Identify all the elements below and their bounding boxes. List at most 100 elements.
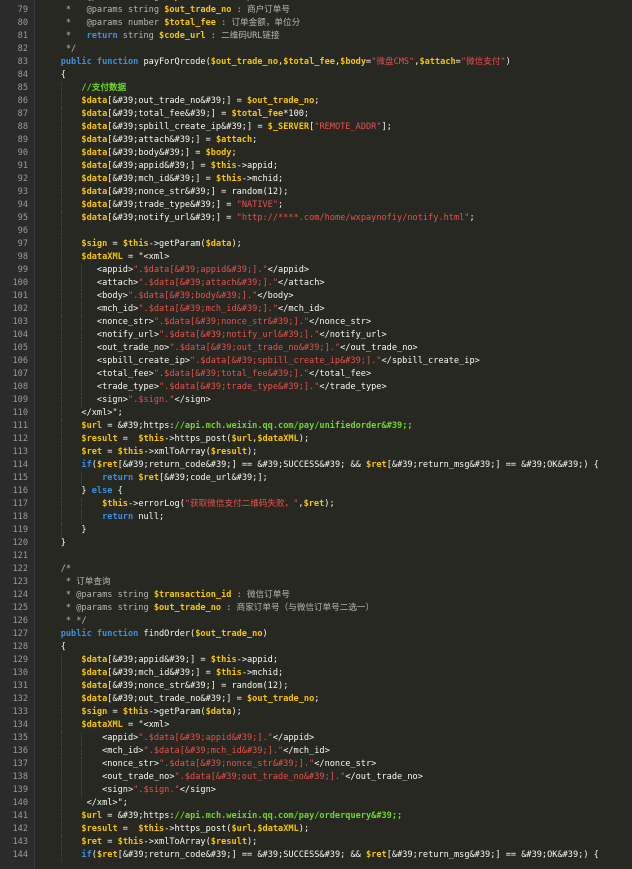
code-text: * */ [40, 615, 87, 628]
code-token: $result [81, 434, 118, 444]
code-text: <sign>".$sign."</sign> [40, 784, 216, 797]
code-token: payForQrcode( [138, 57, 211, 67]
code-line: 87 $data[&#39;total_fee&#39;] = $total_f… [0, 108, 632, 121]
code-token: $this [215, 668, 242, 678]
code-token: ".$sign." [127, 395, 175, 405]
code-token: </xml>"; [40, 408, 123, 418]
code-text: <out_trade_no>".$data[&#39;out_trade_no&… [40, 771, 423, 784]
line-number: 82 [17, 44, 28, 54]
code-text: <spbill_create_ip>".$data[&#39;spbill_cr… [40, 355, 480, 368]
code-token: = [102, 447, 118, 457]
code-token: * @params string [40, 603, 154, 613]
code-token: [&#39;out_trade_no&#39;] = [107, 96, 247, 106]
code-token: $sign [81, 239, 108, 249]
code-token: ; [278, 200, 284, 210]
code-line: 93 $data[&#39;nonce_str&#39;] = random(1… [0, 186, 632, 199]
code-token: $ret [366, 850, 387, 860]
line-number: 119 [12, 525, 28, 535]
code-line: 99 <appid>".$data[&#39;appid&#39;]."</ap… [0, 264, 632, 277]
line-number: 113 [12, 447, 28, 457]
code-token: * [40, 31, 87, 41]
code-line: 135 <appid>".$data[&#39;appid&#39;]."</a… [0, 732, 632, 745]
line-number: 88 [17, 122, 28, 132]
line-number: 106 [12, 356, 28, 366]
code-text: <sign>".$sign."</sign> [40, 394, 211, 407]
line-number: 80 [17, 18, 28, 28]
line-number: 123 [12, 577, 28, 587]
code-token: $this [138, 434, 165, 444]
code-line: 127 public function findOrder($out_trade… [0, 628, 632, 641]
code-token: $dataXML [81, 252, 123, 262]
code-token: $data [81, 187, 108, 197]
line-number: 130 [12, 668, 28, 678]
code-token: $data [205, 707, 232, 717]
code-token: ".$data[&#39;spbill_create_ip&#39;]." [190, 356, 382, 366]
code-text: <out_trade_no>".$data[&#39;out_trade_no&… [40, 342, 418, 355]
code-token: */ [40, 44, 77, 54]
code-text: $data[&#39;appid&#39;] = $this->appid; [40, 654, 278, 667]
code-token: $data [81, 122, 108, 132]
line-number: 115 [12, 473, 28, 483]
line-number: 90 [17, 148, 28, 158]
code-token: public function [60, 57, 139, 67]
code-token: <notify_url> [40, 330, 159, 340]
code-token: $data [81, 174, 108, 184]
code-text: * @params string $out_trade_no : 商家订单号（与… [40, 602, 374, 615]
code-token: $url [231, 824, 253, 834]
line-number: 92 [17, 174, 28, 184]
code-token: </nonce_str> [309, 317, 372, 327]
code-text: public function payForQrcode($out_trade_… [40, 56, 511, 69]
code-text: $data[&#39;attach&#39;] = $attach; [40, 134, 257, 147]
code-token: $this [122, 707, 149, 717]
line-number: 93 [17, 187, 28, 197]
code-text: $url = &#39;https://api.mch.weixin.qq.co… [40, 420, 413, 433]
code-token: ".$data[&#39;appid&#39;]." [138, 733, 273, 743]
code-token: //api.mch.weixin.qq.com/pay/unifiedorder… [174, 421, 413, 431]
code-text: $sign = $this->getParam($data); [40, 706, 241, 719]
line-number: 136 [12, 746, 28, 756]
code-token: [&#39;nonce_str&#39;] = random(12); [107, 187, 289, 197]
code-line: 131 $data[&#39;nonce_str&#39;] = random(… [0, 680, 632, 693]
code-token: ; [314, 694, 320, 704]
code-token: ->appid; [236, 655, 279, 665]
code-line: 126 * */ [0, 615, 632, 628]
code-text: $ret = $this->xmlToArray($result); [40, 836, 257, 849]
line-number: 134 [12, 720, 28, 730]
code-text: { [40, 69, 66, 82]
code-token: <appid> [40, 265, 134, 275]
code-token: $data [81, 109, 108, 119]
code-token: $ret [138, 473, 160, 483]
code-token: { [112, 486, 123, 496]
code-token: <nonce_str> [40, 759, 159, 769]
code-editor[interactable]: 78 * @params string $openid : 用户的openid7… [0, 0, 632, 869]
line-number: 98 [17, 252, 28, 262]
code-token: "NATIVE" [236, 200, 279, 210]
code-text: <nonce_str>".$data[&#39;nonce_str&#39;].… [40, 316, 371, 329]
code-token: <spbill_create_ip> [40, 356, 191, 366]
code-line: 130 $data[&#39;mch_id&#39;] = $this->mch… [0, 667, 632, 680]
code-lines: 78 * @params string $openid : 用户的openid7… [0, 0, 632, 862]
code-token: [&#39;return_msg&#39;] == &#39;OK&#39;) … [386, 460, 599, 470]
line-number: 133 [12, 707, 28, 717]
code-token: ->mchid; [241, 668, 284, 678]
code-token: $url [81, 421, 103, 431]
code-token: <mch_id> [40, 746, 144, 756]
code-token: $total_fee [164, 18, 216, 28]
line-number: 131 [12, 681, 28, 691]
code-text: $url = &#39;https://api.mch.weixin.qq.co… [40, 810, 402, 823]
code-line: 85 //支付数据 [0, 82, 632, 95]
code-token: "http://****.com/home/wxpaynofiy/notify.… [236, 213, 470, 223]
code-token: $attach [215, 135, 253, 145]
code-token: $result [210, 837, 247, 847]
line-number: 139 [12, 785, 28, 795]
code-text: return $ret[&#39;code_url&#39;]; [40, 472, 268, 485]
code-text: */ [40, 43, 76, 56]
code-token: $data [81, 135, 108, 145]
code-text: $sign = $this->getParam($data); [40, 238, 241, 251]
code-token: $this [210, 655, 237, 665]
